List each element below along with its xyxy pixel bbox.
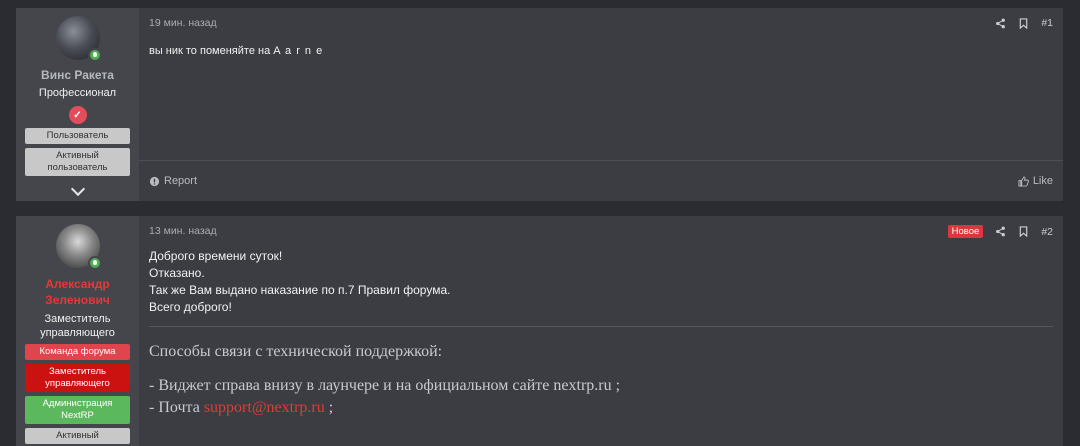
share-icon[interactable] — [995, 18, 1006, 29]
user-banner: Активный пользователь — [25, 148, 130, 176]
user-banner: Администрация NextRP — [25, 396, 130, 424]
chevron-down-icon[interactable] — [70, 181, 85, 197]
post-line: Так же Вам выдано наказание по п.7 Прави… — [149, 283, 451, 297]
post-number[interactable]: #2 — [1041, 226, 1053, 238]
post-actions: #1 — [995, 17, 1053, 29]
post-time[interactable]: 19 мин. назад — [149, 17, 1053, 29]
support-email-link[interactable]: support@nextrp.ru — [204, 399, 325, 416]
post-content: Доброго времени суток! Отказано. Так же … — [149, 248, 1053, 419]
user-badge-icon: ✓ — [68, 106, 87, 124]
online-status-icon — [87, 48, 102, 62]
user-banner: Пользователь — [25, 128, 130, 144]
support-line-suffix: ; — [324, 399, 334, 416]
post-text-spaced: A a r n e — [273, 45, 324, 57]
post-2: Александр Зеленович Заместитель управляю… — [16, 216, 1063, 446]
post-author-sidebar: Винс Ракета Профессионал ✓ Пользователь … — [16, 8, 139, 201]
bookmark-icon[interactable] — [1018, 226, 1029, 237]
user-banner: Команда форума — [25, 344, 130, 360]
report-link[interactable]: Report — [149, 175, 197, 187]
thumbs-up-icon — [1018, 175, 1029, 187]
avatar[interactable] — [55, 16, 102, 62]
avatar[interactable] — [55, 224, 102, 270]
like-button[interactable]: Like — [1018, 175, 1053, 187]
support-heading: Способы связи с технической поддержкой: — [149, 343, 443, 360]
post-text: вы ник то поменяйте на — [149, 45, 274, 57]
post-line: Доброго времени суток! — [149, 249, 283, 263]
like-label: Like — [1032, 175, 1053, 187]
bookmark-icon[interactable] — [1018, 17, 1029, 29]
post-number[interactable]: #1 — [1041, 17, 1053, 29]
divider — [149, 326, 1053, 327]
post-actions: Новое #2 — [947, 225, 1053, 238]
user-title: Заместитель управляющего — [40, 313, 115, 339]
post-main: 19 мин. назад #1 вы ник то поменяйте на … — [139, 8, 1063, 201]
user-title: Профессионал — [38, 87, 117, 99]
new-badge: Новое — [947, 225, 984, 238]
report-icon — [149, 176, 160, 186]
report-label: Report — [164, 175, 198, 187]
post-content: вы ник то поменяйте на A a r n e — [149, 44, 1053, 58]
post-line: Всего доброго! — [149, 300, 232, 314]
post-main: 13 мин. назад Новое #2 Доброго времени с… — [139, 216, 1063, 446]
online-status-icon — [87, 256, 102, 270]
user-banner: Активный — [25, 428, 130, 444]
support-line-prefix: - Почта — [149, 399, 204, 416]
post-line: Отказано. — [149, 266, 205, 280]
post-author-sidebar: Александр Зеленович Заместитель управляю… — [16, 216, 139, 446]
support-line: - Виджет справа внизу в лаунчере и на оф… — [149, 377, 621, 394]
post-time[interactable]: 13 мин. назад — [149, 225, 1053, 237]
user-banner: Заместитель управляющего — [25, 364, 130, 392]
author-name[interactable]: Александр Зеленович — [38, 276, 118, 308]
post-1: Винс Ракета Профессионал ✓ Пользователь … — [16, 8, 1063, 201]
share-icon[interactable] — [995, 226, 1006, 237]
author-name[interactable]: Винс Ракета — [41, 68, 114, 82]
post-footer: Report Like — [139, 160, 1063, 201]
support-line: - Почта support@nextrp.ru ; — [149, 397, 1053, 419]
